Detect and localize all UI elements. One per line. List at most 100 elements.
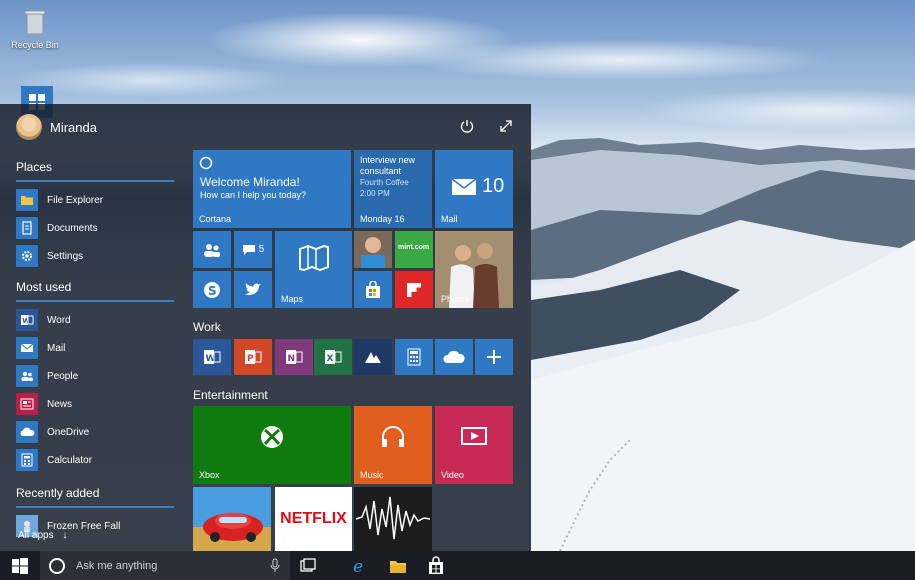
tile-contact-photo[interactable] bbox=[354, 231, 392, 268]
places-divider bbox=[16, 180, 174, 182]
microphone-icon[interactable] bbox=[270, 558, 280, 573]
menu-item-word[interactable]: W Word bbox=[16, 306, 176, 334]
xbox-icon bbox=[261, 426, 283, 449]
taskbar: Ask me anything e bbox=[0, 551, 915, 580]
arrow-down-icon: ↓ bbox=[62, 530, 68, 541]
tile-messaging[interactable]: 5 bbox=[234, 231, 272, 268]
menu-item-label: File Explorer bbox=[47, 194, 104, 206]
menu-item-file-explorer[interactable]: File Explorer bbox=[16, 186, 176, 214]
tile-music[interactable]: Music bbox=[354, 406, 432, 484]
cortana-subtitle: How can I help you today? bbox=[200, 190, 307, 200]
menu-item-calculator[interactable]: Calculator bbox=[16, 446, 176, 474]
svg-text:e: e bbox=[353, 557, 363, 576]
start-menu: Miranda Places File Explorer Documents S… bbox=[0, 104, 531, 551]
recycle-bin-desktop-icon[interactable]: Recycle Bin bbox=[0, 6, 70, 50]
tile-label: Monday 16 bbox=[360, 214, 405, 224]
mint-label: mint.com bbox=[398, 244, 430, 251]
tile-mail[interactable]: 10 Mail bbox=[435, 150, 513, 228]
video-icon bbox=[461, 427, 487, 446]
person-photo bbox=[354, 231, 392, 268]
cloud-icon bbox=[16, 421, 38, 443]
search-input[interactable]: Ask me anything bbox=[40, 551, 290, 580]
flipboard-icon bbox=[407, 282, 421, 297]
tile-word[interactable]: W bbox=[193, 339, 231, 375]
tile-onedrive[interactable] bbox=[435, 339, 473, 375]
tile-dynamics[interactable] bbox=[354, 339, 392, 375]
task-view-button[interactable] bbox=[298, 556, 318, 576]
menu-item-people[interactable]: People bbox=[16, 362, 176, 390]
tile-powerpoint[interactable]: P bbox=[234, 339, 272, 375]
plus-icon bbox=[487, 350, 501, 364]
menu-item-documents[interactable]: Documents bbox=[16, 214, 176, 242]
tile-excel[interactable]: X bbox=[314, 339, 352, 375]
tile-cortana[interactable]: Welcome Miranda! How can I help you toda… bbox=[193, 150, 351, 228]
menu-item-label: Settings bbox=[47, 250, 84, 262]
tile-people[interactable] bbox=[193, 231, 231, 268]
tile-xbox[interactable]: Xbox bbox=[193, 406, 351, 484]
cortana-icon bbox=[199, 156, 213, 170]
tile-calendar[interactable]: Interview new consultant Fourth Coffee 2… bbox=[354, 150, 432, 228]
tile-netflix[interactable]: NETFLIX bbox=[275, 487, 352, 551]
file-explorer-button[interactable] bbox=[388, 556, 408, 576]
messages-count: 5 bbox=[258, 244, 265, 255]
task-view-icon bbox=[300, 558, 316, 572]
internet-explorer-icon: e bbox=[353, 557, 363, 577]
menu-item-label: Mail bbox=[47, 342, 66, 354]
tile-skype[interactable]: S bbox=[193, 271, 231, 308]
user-name: Miranda bbox=[50, 119, 97, 135]
edge-browser-button[interactable]: e bbox=[350, 556, 370, 577]
menu-item-mail[interactable]: Mail bbox=[16, 334, 176, 362]
chat-icon bbox=[242, 244, 255, 255]
places-title: Places bbox=[16, 160, 53, 174]
tile-audio-app[interactable] bbox=[354, 487, 432, 551]
document-icon bbox=[16, 217, 38, 239]
svg-text:S: S bbox=[208, 284, 217, 298]
tile-onenote[interactable]: N bbox=[275, 339, 313, 375]
people-icon bbox=[16, 365, 38, 387]
power-icon bbox=[460, 120, 474, 133]
expand-button[interactable] bbox=[496, 116, 516, 136]
all-apps-button[interactable]: All apps ↓ bbox=[18, 530, 67, 541]
tile-cars-game[interactable] bbox=[193, 487, 271, 551]
calendar-line-2: consultant bbox=[360, 166, 402, 176]
tile-label: Cortana bbox=[199, 214, 232, 224]
netflix-logo: NETFLIX bbox=[280, 510, 347, 527]
calculator-icon bbox=[16, 449, 38, 471]
dynamics-icon bbox=[365, 352, 381, 363]
tile-label: Photos bbox=[441, 294, 470, 304]
map-icon bbox=[298, 244, 329, 271]
menu-item-news[interactable]: News bbox=[16, 390, 176, 418]
svg-text:N: N bbox=[288, 354, 296, 364]
menu-item-settings[interactable]: Settings bbox=[16, 242, 176, 270]
store-icon bbox=[429, 556, 443, 574]
windows-logo-icon bbox=[12, 558, 28, 574]
entertainment-group-title: Entertainment bbox=[193, 388, 268, 402]
folder-icon bbox=[390, 561, 406, 573]
menu-item-label: Calculator bbox=[47, 454, 93, 466]
expand-icon bbox=[500, 120, 512, 132]
powerpoint-icon: P bbox=[245, 350, 262, 364]
onenote-icon: N bbox=[286, 350, 303, 364]
calendar-line-4: 2:00 PM bbox=[360, 189, 390, 198]
store-button[interactable] bbox=[426, 556, 446, 576]
tile-add[interactable] bbox=[475, 339, 513, 375]
cloud-icon bbox=[443, 350, 465, 363]
menu-item-label: OneDrive bbox=[47, 426, 90, 438]
user-account[interactable]: Miranda bbox=[16, 114, 97, 140]
menu-item-label: People bbox=[47, 370, 79, 382]
waveform-icon bbox=[355, 496, 431, 540]
cortana-search-icon bbox=[49, 557, 65, 574]
skype-icon: S bbox=[204, 281, 220, 298]
tile-mint[interactable]: mint.com bbox=[395, 231, 433, 268]
tile-store[interactable] bbox=[354, 271, 392, 308]
menu-item-onedrive[interactable]: OneDrive bbox=[16, 418, 176, 446]
tile-maps[interactable]: Maps bbox=[275, 231, 352, 308]
start-button[interactable] bbox=[10, 556, 30, 576]
power-button[interactable] bbox=[457, 116, 477, 136]
tile-calculator[interactable] bbox=[395, 339, 433, 375]
tile-flipboard[interactable] bbox=[395, 271, 433, 308]
gear-icon bbox=[16, 245, 38, 267]
tile-photos[interactable]: Photos bbox=[435, 231, 513, 308]
tile-twitter[interactable] bbox=[234, 271, 272, 308]
tile-video[interactable]: Video bbox=[435, 406, 513, 484]
